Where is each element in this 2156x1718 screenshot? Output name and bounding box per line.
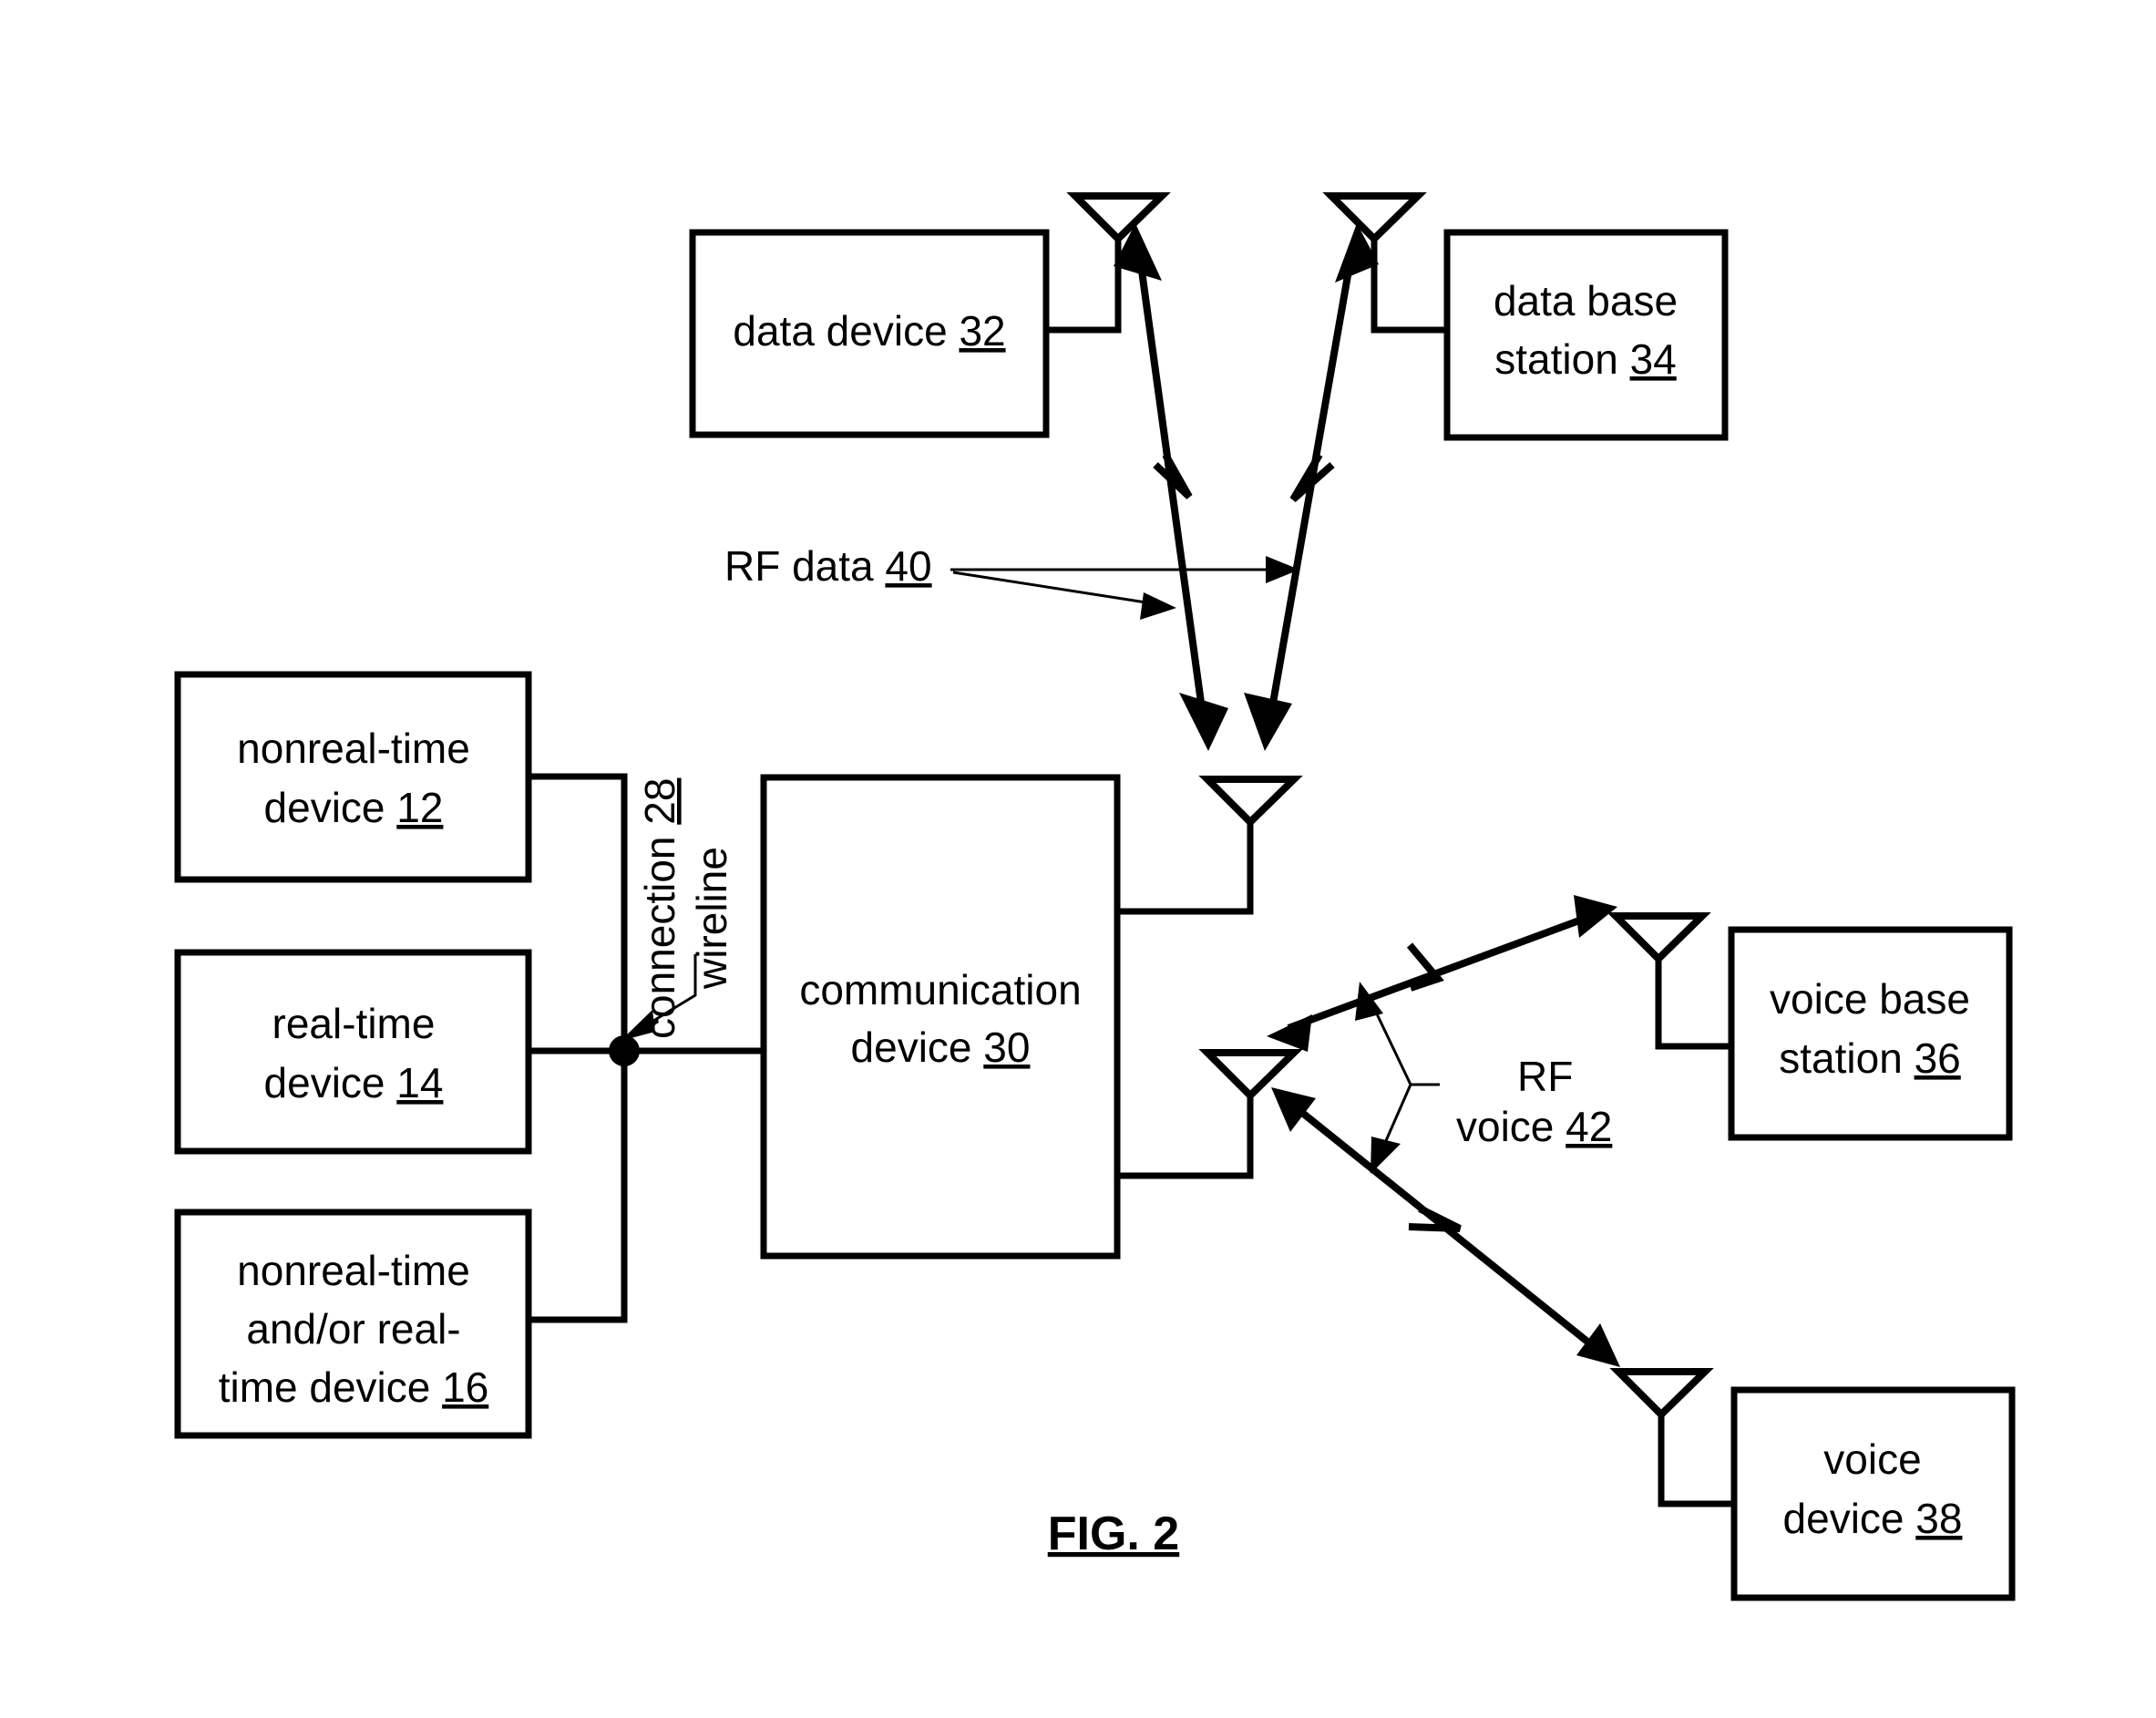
antenna-icon	[1198, 776, 1303, 828]
antenna-voice-base-station	[1607, 912, 1711, 964]
rf-voice-label-line1: RF	[1517, 1053, 1573, 1100]
rf-data-left-arrowhead-down	[1179, 693, 1228, 751]
voice-base-station-antenna-lead	[1655, 943, 1731, 1050]
wireline-label-line2: connection 28	[636, 778, 683, 1039]
block-mixed-time-device[interactable]: nonreal-time and/or real- time device 16	[174, 1209, 532, 1439]
rf-data-left-shaft	[1134, 243, 1208, 730]
data-base-station-label-line2: station 34	[1494, 335, 1676, 383]
data-device-label: data device 32	[733, 307, 1005, 355]
data-device-antenna-lead	[1046, 223, 1122, 334]
antenna-communication-data	[1198, 776, 1303, 828]
figure-canvas: data device 32 data base station 34 RF d…	[0, 0, 2156, 1718]
communication-device-voice-antenna-lead	[1117, 1085, 1254, 1179]
communication-device-label-line1: communication	[799, 966, 1081, 1013]
voice-device-box[interactable]	[1730, 1386, 2016, 1601]
antenna-icon	[1609, 1368, 1714, 1420]
rf-voice-lower-zigzag	[1408, 1205, 1462, 1232]
wireline-branch-device-12	[529, 773, 628, 1051]
block-voice-device[interactable]: voice device 38	[1730, 1386, 2016, 1601]
real-time-device-box[interactable]	[174, 949, 532, 1155]
block-communication-device[interactable]: communication device 30	[760, 774, 1121, 1260]
rf-voice-beam-upper	[1267, 895, 1617, 1052]
block-nonreal-time-device[interactable]: nonreal-time device 12	[174, 671, 532, 883]
rf-voice-upper-shaft	[1287, 910, 1598, 1032]
voice-device-label-line1: voice	[1823, 1435, 1921, 1483]
rf-voice-lower-arrowhead-left	[1271, 1087, 1316, 1132]
communication-device-data-antenna-lead	[1117, 807, 1254, 915]
voice-base-station-label-line2: station 36	[1779, 1034, 1960, 1082]
block-voice-base-station[interactable]: voice base station 36	[1728, 926, 2013, 1141]
voice-device-antenna-lead	[1658, 1399, 1734, 1507]
data-base-station-label-line1: data base	[1494, 277, 1678, 324]
block-data-base-station[interactable]: data base station 34	[1443, 229, 1729, 441]
wireline-branch-device-16	[529, 1051, 628, 1323]
nonreal-time-device-label-line1: nonreal-time	[237, 725, 470, 772]
rf-voice-leader-down-arrowhead	[1371, 1137, 1401, 1174]
block-data-device[interactable]: data device 32	[689, 229, 1050, 438]
voice-base-station-label-line1: voice base	[1770, 975, 1970, 1023]
rf-data-label: RF data 40	[724, 542, 932, 590]
rf-voice-callout: RF voice 42	[1355, 982, 1612, 1174]
rf-data-leader-left-arrowhead	[1140, 592, 1176, 620]
rf-voice-upper-arrowhead-right	[1574, 895, 1617, 938]
nonreal-time-device-box[interactable]	[174, 671, 532, 883]
wireline-junction-dot	[609, 1035, 640, 1066]
voice-device-label-line2: device 38	[1783, 1495, 1963, 1542]
rf-data-right-arrowhead-down	[1244, 693, 1292, 751]
mixed-time-device-label-line1: nonreal-time	[237, 1247, 470, 1294]
real-time-device-label-line1: real-time	[272, 1000, 436, 1047]
antenna-voice-device	[1609, 1368, 1714, 1420]
nonreal-time-device-label-line2: device 12	[264, 784, 444, 831]
rf-data-beam-right	[1244, 223, 1379, 751]
antenna-icon	[1607, 912, 1711, 964]
rf-data-callout: RF data 40	[724, 542, 1299, 620]
voice-base-station-box[interactable]	[1728, 926, 2013, 1141]
rf-voice-leader-up-arrowhead	[1355, 982, 1383, 1021]
rf-voice-label-line2: voice 42	[1456, 1103, 1612, 1150]
antenna-data-device	[1066, 192, 1171, 244]
communication-device-box[interactable]	[760, 774, 1121, 1260]
wireline-callout: wireline connection 28	[621, 778, 735, 1041]
patent-figure-diagram: data device 32 data base station 34 RF d…	[174, 192, 2016, 1601]
mixed-time-device-label-line3: time device 16	[219, 1363, 489, 1411]
antenna-icon	[1198, 1049, 1303, 1101]
rf-data-beam-left	[1114, 223, 1228, 751]
rf-voice-upper-arrowhead-left	[1267, 1014, 1312, 1052]
data-base-station-antenna-lead	[1371, 223, 1447, 334]
antenna-data-base-station	[1322, 192, 1427, 244]
communication-device-label-line2: device 30	[851, 1024, 1031, 1071]
rf-voice-lower-arrowhead-right	[1576, 1323, 1620, 1367]
real-time-device-label-line2: device 14	[264, 1059, 444, 1106]
antenna-icon	[1322, 192, 1427, 244]
antenna-icon	[1066, 192, 1171, 244]
block-real-time-device[interactable]: real-time device 14	[174, 949, 532, 1155]
figure-caption: FIG. 2	[1048, 1507, 1179, 1560]
mixed-time-device-label-line2: and/or real-	[246, 1305, 460, 1353]
rf-data-leader-left	[952, 571, 1153, 605]
antenna-communication-voice	[1198, 1049, 1303, 1101]
